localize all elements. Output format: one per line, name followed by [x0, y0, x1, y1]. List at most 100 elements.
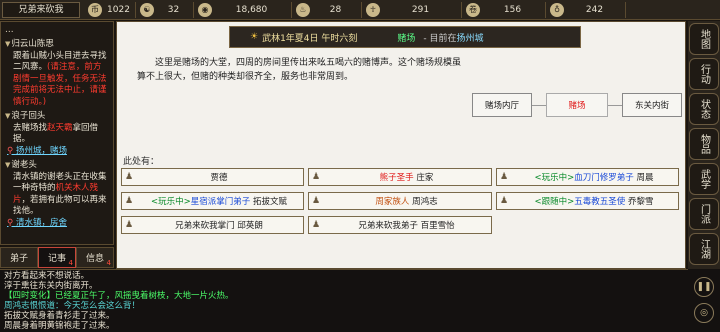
tab-2[interactable]: 信息 4	[76, 247, 114, 268]
exit-east[interactable]: 东关内街	[622, 93, 682, 117]
person-icon: ♟	[125, 196, 134, 206]
quest-item[interactable]: 浪子回头去赌场找赵天霸拿回借据。扬州城，赌场	[1, 110, 113, 159]
player-name[interactable]: 兄弟来砍我	[2, 1, 80, 18]
npc-name-part: 乔黎雪	[625, 197, 654, 207]
log-line: 周鸿志恨恨道：今天怎么会这么背！	[4, 301, 141, 311]
pause-icon[interactable]: ❚❚	[694, 277, 714, 297]
npc-button[interactable]: ♟ 周家族人 周鸿志	[308, 192, 492, 210]
person-icon: ♟	[125, 220, 134, 230]
npc-button[interactable]: ♟ 贾德	[121, 168, 304, 186]
quest-desc-text: ，若拥有此物可以再来找他。	[13, 194, 107, 217]
exit-connector	[532, 105, 546, 106]
stat-copper-coin: ◉ 18,680	[194, 1, 292, 18]
current-city: 扬州城	[456, 33, 484, 44]
quest-title: 浪子回头	[5, 111, 109, 123]
log-line: 对方看起来不想说话。	[4, 271, 90, 281]
menu-2[interactable]: 状态	[689, 93, 719, 125]
npc-name-part: 周鸿志	[409, 197, 438, 207]
npc-name-part: 血刀门修罗弟子	[574, 173, 634, 183]
npc-name: 兄弟来砍我掌门 邱英朗	[135, 219, 303, 231]
npc-name: <玩乐中>血刀门修罗弟子 周晨	[510, 171, 678, 183]
stat-value: 28	[329, 4, 342, 15]
tab-0[interactable]: 弟子	[0, 247, 38, 268]
quest-desc: 去赌场找赵天霸拿回借据。	[5, 123, 109, 146]
npc-name: 贾德	[135, 171, 303, 183]
quest-desc-highlight: 赵天霸	[47, 122, 73, 133]
room-description: 这里是赌场的大堂，四周的房间里传出来吆五喝六的赌博声。这个赌场规模虽算不上很大，…	[137, 58, 462, 82]
tab-badge: 4	[68, 259, 73, 267]
quest-desc: 跟着山贼小头目进去寻找二风寨。(请注意，前方剧情一旦触发，任务无法完成前将无法中…	[5, 51, 109, 109]
log-line: 周晨身着明黄锦袍走了过来。	[4, 321, 115, 331]
npc-button[interactable]: ♟ <玩乐中>星宿派掌门弟子 拓拔文赋	[121, 192, 304, 210]
bottle-icon: ♁	[550, 2, 564, 17]
copper-coin-icon: ◉	[198, 2, 212, 17]
menu-label: 物品	[698, 134, 710, 154]
menu-4[interactable]: 武学	[689, 163, 719, 195]
quest-panel: ... 归云山陈思跟着山贼小头目进去寻找二风寨。(请注意，前方剧情一旦触发，任务…	[0, 21, 114, 245]
quest-item[interactable]: 归云山陈思跟着山贼小头目进去寻找二风寨。(请注意，前方剧情一旦触发，任务无法完成…	[1, 38, 113, 110]
menu-label: 行动	[698, 64, 710, 84]
scroll-icon: 卷	[466, 2, 480, 17]
quest-title: 谢老头	[5, 160, 109, 172]
person-icon: ♟	[500, 172, 509, 182]
tab-label: 弟子	[9, 254, 28, 264]
menu-3[interactable]: 物品	[689, 128, 719, 160]
npc-name-part: 兄弟来砍我弟子 百里雪怡	[358, 221, 455, 231]
quest-desc-text: 去赌场找	[13, 122, 48, 133]
main-panel: ☀ 武林1年夏4日 午时六刻 赌场 - 目前在 扬州城 这里是赌场的大堂，四周的…	[116, 21, 686, 269]
npc-name-part: <玩乐中>	[151, 197, 191, 207]
npc-button[interactable]: ♟ <玩乐中>血刀门修罗弟子 周晨	[496, 168, 679, 186]
quest-location-link[interactable]: 清水镇，房舍	[5, 218, 109, 230]
left-tabs: 弟子 记事 4 信息 4	[0, 247, 114, 268]
stat-value: 1022	[107, 4, 130, 15]
menu-label: 武学	[698, 169, 710, 189]
stat-value: 18,680	[235, 4, 268, 15]
menu-6[interactable]: 江湖	[689, 233, 719, 265]
sun-icon: ☀	[250, 32, 259, 42]
menu-label: 地图	[698, 29, 710, 49]
stat-meditate: ☥ 291	[362, 1, 462, 18]
exit-west[interactable]: 赌场内厅	[472, 93, 532, 117]
person-icon: ♟	[312, 220, 321, 230]
npc-name-part: 贾德	[210, 173, 228, 183]
exit-current: 赌场	[546, 93, 608, 117]
stat-value: 156	[503, 4, 522, 15]
npc-name: 周家族人 周鸿志	[322, 195, 491, 207]
tab-badge: 4	[106, 259, 111, 267]
tab-label: 信息	[85, 254, 104, 264]
location-banner: ☀ 武林1年夏4日 午时六刻 赌场 - 目前在 扬州城	[229, 26, 581, 48]
menu-0[interactable]: 地图	[689, 23, 719, 55]
stat-value: 32	[167, 4, 180, 15]
npc-name-part: 兄弟来砍我掌门 邱英朗	[175, 221, 263, 231]
quest-desc: 清水镇的谢老头正在收集一种奇特的机关木人残片，若拥有此物可以再来找他。	[5, 172, 109, 218]
npc-list-label: 此处有：	[123, 157, 160, 167]
potion-icon: ♨	[296, 2, 310, 17]
quest-item[interactable]: 谢老头清水镇的谢老头正在收集一种奇特的机关木人残片，若拥有此物可以再来找他。清水…	[1, 159, 113, 231]
menu-1[interactable]: 行动	[689, 58, 719, 90]
menu-label: 状态	[698, 99, 710, 119]
npc-button[interactable]: ♟ 兄弟来砍我掌门 邱英朗	[121, 216, 304, 234]
log-controls: ❚❚ ◎	[688, 269, 720, 332]
message-log: 对方看起来不想说话。 淳于熏往东关内街离开。 【四时变化】已经夏正午了，风摇曳着树枝…	[0, 269, 688, 332]
log-line: 淳于熏往东关内街离开。	[4, 281, 98, 291]
npc-button[interactable]: ♟ <跟随中>五毒教五圣使 乔黎雪	[496, 192, 679, 210]
npc-name: <玩乐中>星宿派掌门弟子 拓拔文赋	[135, 195, 303, 207]
npc-button[interactable]: ♟ 兄弟来砍我弟子 百里雪怡	[308, 216, 492, 234]
npc-name: 熊子圣手 庄家	[322, 171, 491, 183]
npc-name: <跟随中>五毒教五圣使 乔黎雪	[510, 195, 678, 207]
quest-location-link[interactable]: 扬州城，赌场	[5, 146, 109, 158]
npc-name-part: 熊子圣手	[379, 173, 414, 183]
person-icon: ♟	[312, 172, 321, 182]
speed-icon[interactable]: ◎	[694, 303, 714, 323]
npc-name-part: <跟随中>	[534, 197, 575, 207]
stat-value: 242	[585, 4, 604, 15]
tab-1[interactable]: 记事 4	[38, 247, 76, 268]
npc-button[interactable]: ♟ 熊子圣手 庄家	[308, 168, 492, 186]
npc-name-part: <玩乐中>	[534, 173, 575, 183]
taiji-icon: ☯	[140, 2, 154, 17]
menu-5[interactable]: 门派	[689, 198, 719, 230]
npc-name: 兄弟来砍我弟子 百里雪怡	[322, 219, 491, 231]
status-bar: 兄弟来砍我 币 1022 ☯ 32 ◉ 18,680 ♨ 28 ☥ 291 卷 156 ♁ 242	[0, 0, 720, 20]
npc-name-part: 周家族人	[375, 197, 410, 207]
stat-taiji: ☯ 32	[136, 1, 194, 18]
